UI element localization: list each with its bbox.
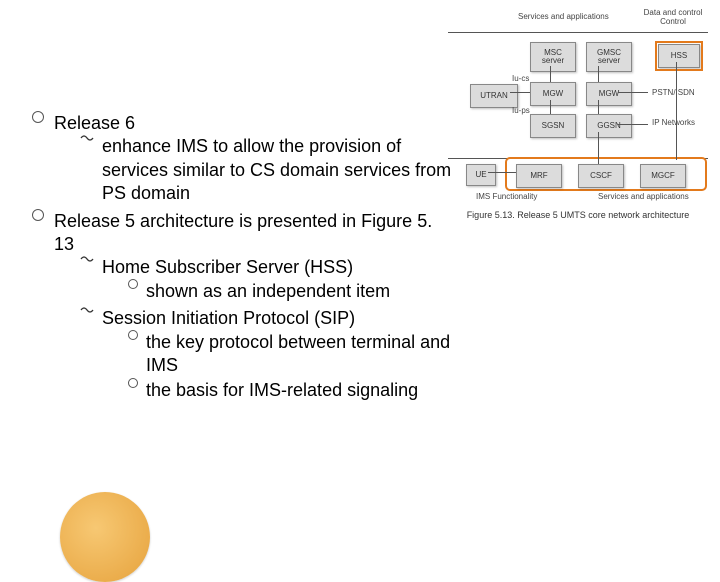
figure-box-utran: UTRAN — [470, 84, 518, 108]
figure-box-ggsn: GGSN — [586, 114, 632, 138]
figure-label: Iu-ps — [512, 106, 530, 115]
list-item: Session Initiation Protocol (SIP) the ke… — [80, 307, 452, 405]
text: Release 6 — [54, 113, 135, 133]
text: Home Subscriber Server (HSS) — [102, 257, 353, 277]
list-item: the key protocol between terminal and IM… — [128, 331, 452, 378]
bullet-content: Release 6 enhance IMS to allow the provi… — [32, 112, 452, 409]
list-item: shown as an independent item — [128, 280, 452, 303]
figure-box-hss: HSS — [658, 44, 700, 68]
list-item: Home Subscriber Server (HSS) shown as an… — [80, 256, 452, 305]
figure-label: IMS Functionality — [476, 192, 537, 201]
list-item: Release 6 enhance IMS to allow the provi… — [32, 112, 452, 208]
small-circle-bullet-icon — [128, 330, 138, 340]
figure-box-ue: UE — [466, 164, 496, 186]
figure-box-mrf: MRF — [516, 164, 562, 188]
text: shown as an independent item — [146, 281, 390, 301]
wave-bullet-icon — [80, 133, 94, 141]
circle-bullet-icon — [32, 111, 44, 123]
figure-caption: Figure 5.13. Release 5 UMTS core network… — [448, 210, 708, 220]
list-item: enhance IMS to allow the provision of se… — [80, 135, 452, 205]
figure-label: Services and applications — [598, 192, 689, 201]
text: Release 5 architecture is presented in F… — [54, 211, 432, 254]
text: the basis for IMS-related signaling — [146, 380, 418, 400]
figure-box-sgsn: SGSN — [530, 114, 576, 138]
figure-label: Data and control Control — [643, 8, 703, 26]
figure-label: Iu-cs — [512, 74, 529, 83]
figure-box-mgw: MGW — [586, 82, 632, 106]
small-circle-bullet-icon — [128, 378, 138, 388]
text: the key protocol between terminal and IM… — [146, 332, 450, 375]
text: Session Initiation Protocol (SIP) — [102, 308, 355, 328]
figure-box-gmsc: GMSC server — [586, 42, 632, 72]
small-circle-bullet-icon — [128, 279, 138, 289]
decorative-circle-icon — [60, 492, 150, 582]
circle-bullet-icon — [32, 209, 44, 221]
figure-label: Services and applications — [518, 12, 609, 21]
list-item: the basis for IMS-related signaling — [128, 379, 452, 402]
text: enhance IMS to allow the provision of se… — [102, 136, 451, 203]
architecture-figure: Services and applications Data and contr… — [448, 6, 708, 211]
figure-box-msc: MSC server — [530, 42, 576, 72]
figure-box-cscf: CSCF — [578, 164, 624, 188]
wave-bullet-icon — [80, 254, 94, 262]
list-item: Release 5 architecture is presented in F… — [32, 210, 452, 407]
figure-box-mgcf: MGCF — [640, 164, 686, 188]
figure-label: PSTN/ISDN — [652, 88, 695, 97]
figure-box-mgw: MGW — [530, 82, 576, 106]
wave-bullet-icon — [80, 305, 94, 313]
figure-label: IP Networks — [652, 118, 695, 127]
